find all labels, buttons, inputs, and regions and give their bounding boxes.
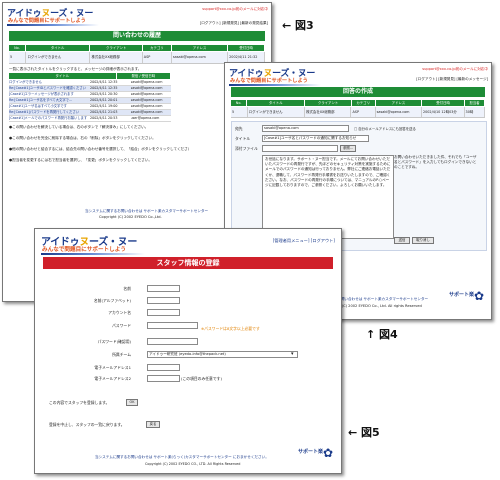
support-logo-mark: サポート楽 ✿ <box>449 289 485 303</box>
support-logo-mark: サポート楽 ✿ <box>298 446 334 460</box>
fig4-callout: ↑ 図4 <box>366 328 398 341</box>
body-textarea[interactable]: お世話になります。サポート・ヌー担当です。メールにてお問い合わせいただいたパスワ… <box>262 155 394 239</box>
field-label: 名前 <box>123 286 131 291</box>
message-link[interactable]: [Case#1]メールでのパスワード再発行お願いします <box>9 116 90 121</box>
cancel-button[interactable]: 取り消し <box>412 237 434 244</box>
text-field[interactable] <box>147 285 180 292</box>
message-sender: sasaki@opena.com <box>130 86 163 90</box>
list-header: タイトル 発信 / 受信日時 <box>9 73 171 79</box>
to-field[interactable]: sasaki@opena.com <box>262 125 349 132</box>
email-field[interactable] <box>147 375 180 382</box>
logo: アイドゥヌーズ・ヌー みんなで問題目にサポートしよう <box>39 232 149 255</box>
top-nav[interactable]: [管理者用メニュー] [ログアウト] <box>273 238 335 244</box>
field-label: 名前(アルファベット) <box>93 298 131 303</box>
footer-contact[interactable]: 当システムに関するお問い合わせは サポート楽(らっく)カスタマーサポートセンター… <box>95 455 269 460</box>
message-date: 2002/4/11 21:03 <box>90 110 118 114</box>
back-button[interactable]: 戻る <box>146 421 160 428</box>
field-label: 電子メールアドレス1 <box>94 365 131 370</box>
message-link[interactable]: [Case#1]ユーザ名はすべて小文字です <box>9 104 90 109</box>
text-field[interactable] <box>147 309 180 316</box>
text-field[interactable] <box>147 322 198 329</box>
field-label: パスワード <box>112 323 131 328</box>
page-title: 回答の作成 <box>231 87 485 97</box>
field-label: パスワード(確認用) <box>97 339 131 344</box>
message-link[interactable]: ログインができません <box>9 80 90 85</box>
ok-button[interactable]: OK <box>126 399 138 406</box>
send-button[interactable]: 送信 <box>394 237 410 244</box>
field-label: アカウント名 <box>108 310 131 315</box>
page-title: 問い合わせの履歴 <box>9 31 265 41</box>
mascot-icon: ✿ <box>474 289 485 303</box>
message-date: 2002/4/11 12:35 <box>90 86 118 90</box>
email2-hint: (この項目のみ任意です) <box>181 376 222 381</box>
chevron-down-icon[interactable]: ▾ <box>291 351 294 357</box>
footer-contact[interactable]: 当システムに関するお問い合わせは サポート楽カスタマーサポートセンター <box>85 209 208 214</box>
attach-label: 添付ファイル <box>235 146 258 151</box>
message-link[interactable]: Re:[Case#1]ユーザ名をすべて大文字で... <box>9 98 90 103</box>
logo: アイドゥヌーズ・ヌー みんなで問題目にサポートしよう <box>227 65 323 87</box>
support-email: support@xxx.co.jp宛のメールに対応中 <box>422 67 488 71</box>
text-field[interactable] <box>147 338 198 345</box>
copyright: Copyright (C) 2002 EYEDO Co.,Ltd. <box>99 215 162 219</box>
mascot-icon: ✿ <box>323 446 334 460</box>
support-email: support@xxx.co.jp宛のメールに対応中 <box>202 7 268 11</box>
cancel-text: 登録を中止し、スタッフの一覧に戻ります。 <box>49 422 125 427</box>
message-sender: user@opena.com <box>130 116 160 120</box>
message-date: 2002/4/11 20:01 <box>90 98 118 102</box>
list-caption: 一覧に表示されたタイトルをクリックすると、メッセージの詳細が表示されます。 <box>9 67 142 71</box>
attach-field[interactable] <box>262 145 338 152</box>
field-label: 電子メールアドレス2 <box>94 376 131 381</box>
message-sender: sasaki@opena.com <box>130 92 163 96</box>
email-field[interactable] <box>147 364 180 371</box>
table-header: No. タイトル クライアント カテゴリ アドレス 受付日時 担当者 <box>231 100 485 106</box>
message-link[interactable]: [Case#1]エラーメッセージが表示されます <box>9 92 90 97</box>
message-sender: sasaki@opena.com <box>130 104 163 108</box>
browse-button[interactable]: 参照... <box>340 145 356 152</box>
message-date: 2002/4/11 12:35 <box>90 80 118 84</box>
top-nav[interactable]: [ログアウト] [新規発見] [最新の発見結果] <box>200 21 268 26</box>
notes: ●この問い合わせを解決している場合は、右のボタンで「解決済み」にしてください。 … <box>9 125 189 162</box>
to-label: 宛先 <box>235 126 243 131</box>
message-date: 2002/4/11 20:30 <box>90 92 118 96</box>
cc-checkbox[interactable]: □ 自分のメールアドレスにも回答を送る <box>354 126 416 131</box>
team-select[interactable]: アイドゥー研究班 (eyedo-info@thepack.net) <box>147 351 298 358</box>
fig5-callout: ← 図5 <box>348 426 380 439</box>
top-nav[interactable]: [ログアウト] [新規発見] [最新のメッセージ] <box>416 77 488 82</box>
fig3-callout: ← 図3 <box>282 19 314 32</box>
logo: アイドゥヌーズ・ヌー みんなで問題目にサポートしよう <box>5 5 101 27</box>
message-sender: sasaki@opena.com <box>130 98 163 102</box>
subject-field[interactable]: [Case#1]ユーザ名とパスワードの通知に関するお知らせ <box>262 135 369 142</box>
table-header: No. タイトル クライアント カテゴリ アドレス 受付日時 <box>9 45 266 51</box>
page-title: スタッフ情報の登録 <box>43 257 333 269</box>
password-hint: ※パスワードは8文字以上必要です <box>201 326 260 331</box>
message-link[interactable]: Re:[Case#1]ユーザIDとパスワードを確認ください <box>9 86 90 91</box>
message-date: 2002/4/11 19:00 <box>90 104 118 108</box>
quoted-text: お問い合わせいただきました件、それでも「ユーザ名とパスワード」を入力してもログイ… <box>394 155 477 170</box>
field-label: 所属チーム <box>112 352 131 357</box>
copyright: Copyright (C) 2002 EYEDO CO., LTD. All R… <box>145 462 241 466</box>
message-link[interactable]: Re:[Case#1]パスワードを再発行してください <box>9 110 90 115</box>
subject-label: タイトル <box>235 136 251 141</box>
message-sender: sasaki@opena.com <box>130 80 163 84</box>
submit-text: この内容でスタッフを登録します。 <box>49 400 110 405</box>
fig5-screenshot: アイドゥヌーズ・ヌー みんなで問題目にサポートしよう [管理者用メニュー] [ロ… <box>34 228 342 474</box>
message-date: 2002/4/11 20:53 <box>90 116 118 120</box>
table-row[interactable]: 5 ログインができません 株式会社XX総務部 ASP sasaki@opena.com 2… <box>231 107 486 118</box>
message-sender: sasaki@opena.com <box>130 110 163 114</box>
text-field[interactable] <box>147 297 180 304</box>
list-item[interactable]: [Case#1]メールでのパスワード再発行お願いします 2002/4/11 20:… <box>9 116 171 122</box>
